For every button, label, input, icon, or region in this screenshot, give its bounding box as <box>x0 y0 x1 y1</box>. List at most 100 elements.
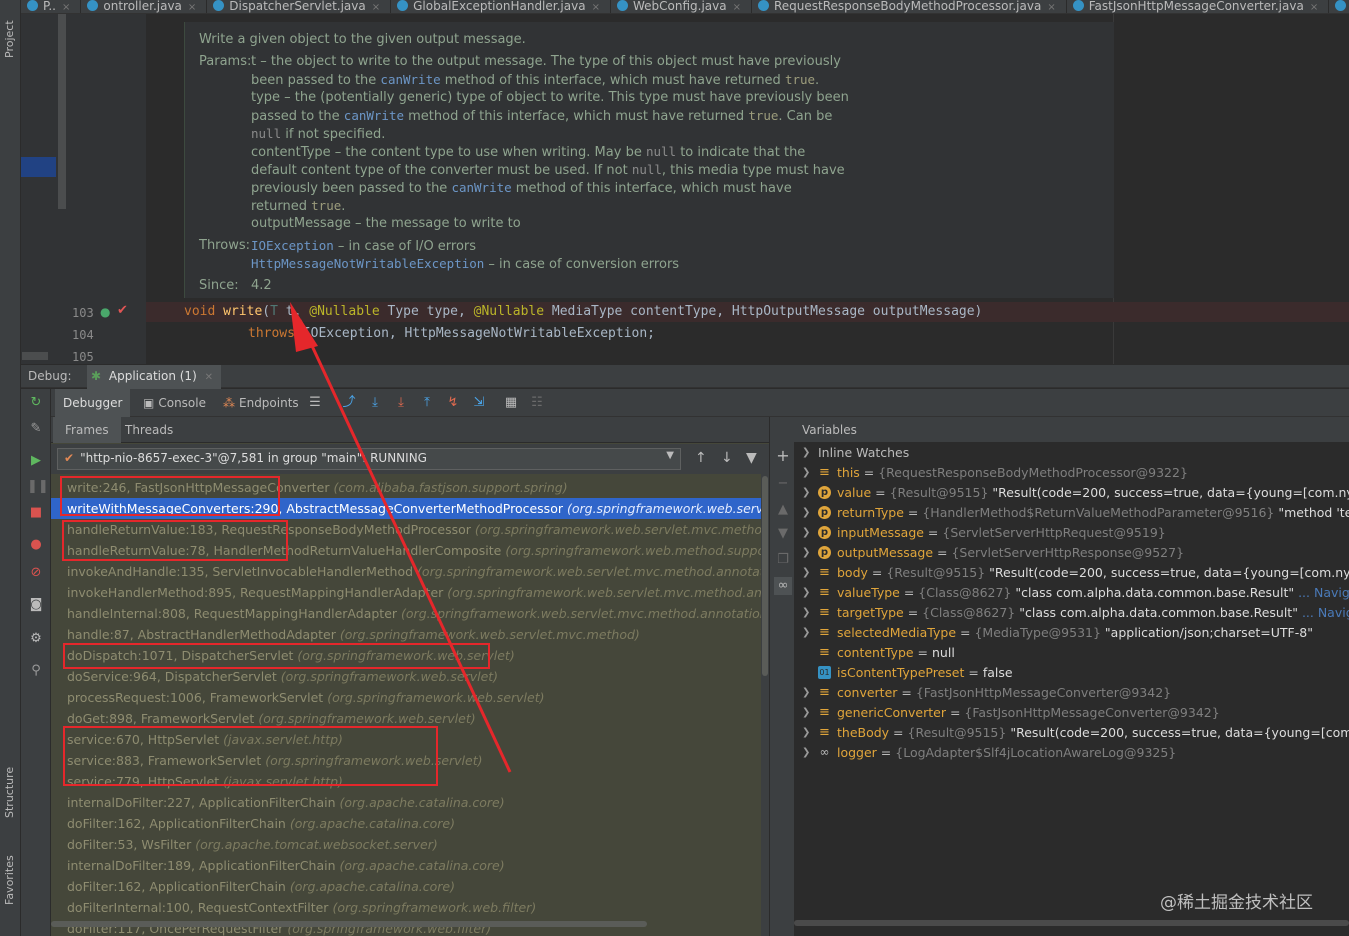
move-down-icon[interactable]: ▼ <box>774 525 792 543</box>
stack-frame[interactable]: processRequest:1006, FrameworkServlet (or… <box>51 687 761 708</box>
scroll-thumb[interactable] <box>762 476 768 676</box>
stack-frame[interactable]: doService:964, DispatcherServlet (org.spr… <box>51 666 761 687</box>
step-out-icon[interactable]: ⤒ <box>419 395 435 411</box>
chevron-right-icon[interactable]: ❯ <box>802 463 810 483</box>
chevron-right-icon[interactable]: ❯ <box>802 623 810 643</box>
variable-row[interactable]: ❯ p value = {Result@9515} "Result(code=200… <box>794 483 1349 503</box>
variable-row[interactable]: ❯ ≡ genericConverter = {FastJsonHttpMessag… <box>794 703 1349 723</box>
variable-row[interactable]: ≡ contentType = null <box>794 643 1349 663</box>
tab-frames[interactable]: Frames <box>53 417 121 443</box>
chevron-right-icon[interactable]: ❯ <box>802 523 810 543</box>
close-icon[interactable]: × <box>1047 2 1055 13</box>
chevron-right-icon[interactable]: ❯ <box>802 603 810 623</box>
editor-tab[interactable]: DispatcherServlet.java × <box>207 0 392 13</box>
tab-threads[interactable]: Threads <box>113 417 185 443</box>
variable-row[interactable]: ❯ ≡ body = {Result@9515} "Result(code=200,… <box>794 563 1349 583</box>
editor-tab[interactable]: GlobalExceptionHandler.java × <box>391 0 611 13</box>
stack-frame[interactable]: handleInternal:808, RequestMappingHandle… <box>51 603 761 624</box>
add-watch-icon[interactable]: + <box>774 447 792 465</box>
settings-icon[interactable]: ⚙ <box>27 631 45 647</box>
implemented-method-icon[interactable]: ● <box>100 305 110 319</box>
glasses-icon[interactable]: ∞ <box>774 577 792 595</box>
editor-tab[interactable]: RequestResponseBodyMethodProcessor.java × <box>752 0 1067 13</box>
mute-breakpoints-icon[interactable]: ⊘ <box>27 565 45 581</box>
pause-icon[interactable]: ❚❚ <box>27 479 49 495</box>
chevron-right-icon[interactable]: ❯ <box>802 683 810 703</box>
pin-icon[interactable]: ⚲ <box>27 663 45 679</box>
chevron-right-icon[interactable]: ❯ <box>802 483 810 503</box>
variable-row[interactable]: ❯ ≡ selectedMediaType = {MediaType@9531} "… <box>794 623 1349 643</box>
chevron-right-icon[interactable]: ❯ <box>802 703 810 723</box>
stack-frame[interactable]: handle:87, AbstractHandlerMethodAdapter(… <box>51 624 761 645</box>
step-over-icon[interactable]: ⤓ <box>367 395 383 411</box>
editor-tab[interactable]: Abstrac <box>1329 0 1349 13</box>
chevron-right-icon[interactable]: ❯ <box>802 443 810 463</box>
close-icon[interactable]: × <box>372 2 380 13</box>
breakpoint-icon[interactable]: ✔ <box>117 303 128 318</box>
arrow-down-icon[interactable]: ↓ <box>721 450 733 466</box>
step-into-icon[interactable]: ⤓ <box>393 395 409 411</box>
variable-row[interactable]: ❯ Inline Watches <box>794 443 1349 463</box>
variable-row[interactable]: ❯ ≡ valueType = {Class@8627} "class com.al… <box>794 583 1349 603</box>
chevron-right-icon[interactable]: ❯ <box>802 503 810 523</box>
wrench-icon[interactable]: ✎ <box>27 421 45 437</box>
chevron-right-icon[interactable]: ❯ <box>802 723 810 743</box>
frames-hscrollbar[interactable] <box>51 921 647 927</box>
close-icon[interactable]: × <box>592 2 600 13</box>
menu-icon[interactable]: ☰ <box>307 395 323 411</box>
variable-row[interactable]: ❯ ≡ targetType = {Class@8627} "class com.a… <box>794 603 1349 623</box>
stop-icon[interactable]: ■ <box>27 505 45 521</box>
chevron-right-icon[interactable]: ❯ <box>802 543 810 563</box>
close-icon[interactable]: × <box>1310 2 1318 13</box>
variables-hscrollbar[interactable] <box>794 920 1349 926</box>
frames-scrollbar[interactable] <box>761 474 769 936</box>
remove-watch-icon[interactable]: − <box>774 475 792 493</box>
stack-frame[interactable]: doFilter:53, WsFilter (org.apache.tomcat.… <box>51 834 761 855</box>
tab-endpoints[interactable]: ⁂ Endpoints <box>215 389 307 417</box>
stack-frame[interactable]: invokeHandlerMethod:895, RequestMappingH… <box>51 582 761 603</box>
code-line-103[interactable]: void write(T t, @Nullable Type type, @Nu… <box>184 304 982 319</box>
close-icon[interactable]: × <box>62 2 70 13</box>
show-execution-point-icon[interactable]: ⤴ <box>341 395 357 411</box>
close-icon[interactable]: × <box>188 2 196 13</box>
chevron-right-icon[interactable]: ❯ <box>802 583 810 603</box>
view-breakpoints-icon[interactable]: ● <box>27 537 45 553</box>
rerun-icon[interactable]: ↻ <box>27 395 45 411</box>
move-up-icon[interactable]: ▲ <box>774 501 792 519</box>
tab-console[interactable]: ▣ Console <box>135 389 214 417</box>
variable-row[interactable]: ❯ ≡ this = {RequestResponseBodyMethodProce… <box>794 463 1349 483</box>
project-tool-button[interactable]: Project <box>3 20 16 58</box>
copy-icon[interactable]: ❐ <box>774 551 792 569</box>
stack-frame[interactable]: internalDoFilter:189, ApplicationFilterC… <box>51 855 761 876</box>
close-icon[interactable]: × <box>733 2 741 13</box>
filter-icon[interactable]: ▼ <box>746 450 757 466</box>
code-line-104[interactable]: throws IOException, HttpMessageNotWritab… <box>248 326 655 341</box>
thread-select[interactable]: ✔ "http-nio-8657-exec-3"@7,581 in group "… <box>57 448 681 470</box>
variable-row[interactable]: 01 isContentTypePreset = false <box>794 663 1349 683</box>
variable-row[interactable]: ❯ ≡ theBody = {Result@9515} "Result(code=2… <box>794 723 1349 743</box>
stack-frame[interactable]: doFilter:162, ApplicationFilterChain (org… <box>51 813 761 834</box>
run-to-cursor-icon[interactable]: ⇲ <box>471 395 487 411</box>
editor-tab[interactable]: ontroller.java × <box>81 0 208 13</box>
variable-row[interactable]: ❯ ≡ converter = {FastJsonHttpMessageConver… <box>794 683 1349 703</box>
stack-frame[interactable]: internalDoFilter:227, ApplicationFilterC… <box>51 792 761 813</box>
stack-frame[interactable]: doFilter:162, ApplicationFilterChain (org… <box>51 876 761 897</box>
evaluate-expression-icon[interactable]: ▦ <box>503 395 519 411</box>
variable-row[interactable]: ❯ p returnType = {HandlerMethod$ReturnValu… <box>794 503 1349 523</box>
close-icon[interactable]: ✕ <box>205 372 213 383</box>
stack-frame[interactable]: invokeAndHandle:135, ServletInvocableHan… <box>51 561 761 582</box>
navigate-link[interactable]: ... Navigate <box>1294 585 1349 600</box>
structure-tool-button[interactable]: Structure <box>3 767 16 818</box>
chevron-right-icon[interactable]: ❯ <box>802 743 810 763</box>
stack-frame[interactable]: doFilterInternal:100, RequestContextFilt… <box>51 897 761 918</box>
tab-debugger[interactable]: Debugger <box>55 389 131 417</box>
chevron-right-icon[interactable]: ❯ <box>802 563 810 583</box>
camera-icon[interactable]: ◙ <box>27 597 45 613</box>
variable-row[interactable]: ❯ ∞ logger = {LogAdapter$Slf4jLocationAwar… <box>794 743 1349 763</box>
variable-row[interactable]: ❯ p outputMessage = {ServletServerHttpResp… <box>794 543 1349 563</box>
drop-frame-icon[interactable]: ↯ <box>445 395 461 411</box>
resume-icon[interactable]: ▶ <box>27 453 45 469</box>
favorites-tool-button[interactable]: Favorites <box>3 855 16 905</box>
arrow-up-icon[interactable]: ↑ <box>695 450 707 466</box>
editor-tab[interactable]: P.. × <box>21 0 82 13</box>
